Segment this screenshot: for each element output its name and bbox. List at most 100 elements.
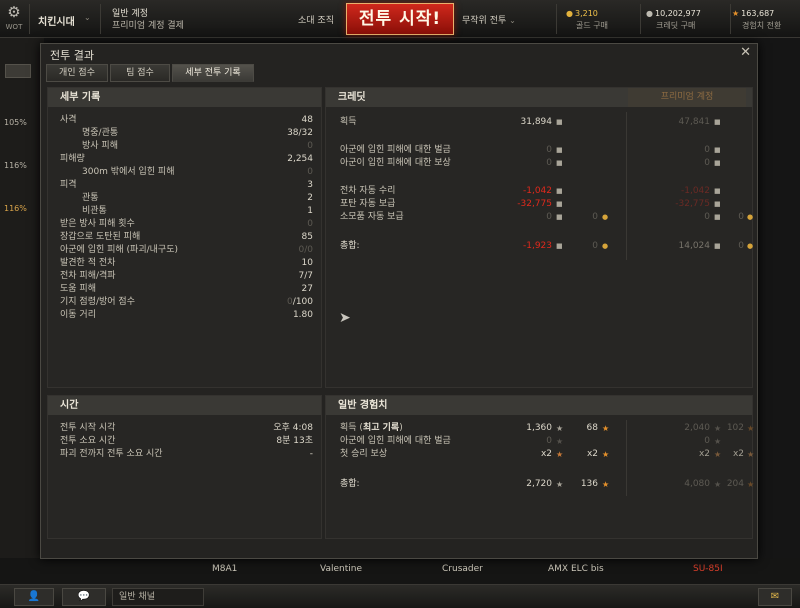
premium-link[interactable]: 프리미엄 계정 결제 (112, 20, 184, 32)
detail-value: 1.80 (292, 310, 313, 320)
detail-label: 아군에 입힌 피해 (파괴/내구도) (60, 245, 178, 255)
time-header: 시간 (48, 396, 321, 415)
detail-value: 2 (307, 193, 313, 203)
xp-header: 일반 경험치 (326, 396, 752, 415)
star-icon: ★ (556, 480, 564, 489)
detail-value-part: /100 (292, 297, 313, 307)
carousel-tank[interactable]: M8A1 (212, 564, 237, 574)
credits-consumables-row: 소모품 자동 보급 0 ■ 0 ● 0 ■ 0 ● (326, 211, 754, 224)
account-status[interactable]: 일반 계정 프리미엄 계정 결제 (112, 8, 184, 32)
star-icon: ★ (714, 437, 722, 446)
xp-earned-premium: 2,040 (684, 423, 710, 433)
detail-value: 27 (301, 284, 313, 294)
credits-icon: ■ (556, 159, 563, 167)
gold-icon: ● (566, 9, 573, 18)
clan-name[interactable]: 치킨시대 (38, 13, 75, 28)
tank-carousel (0, 558, 800, 584)
chevron-down-icon[interactable]: ⌄ (84, 13, 91, 22)
detail-label: 기지 점령/방어 점수 (60, 297, 135, 307)
detail-value: 0 (307, 219, 313, 229)
gold-icon: ● (747, 242, 754, 250)
credits-ammo-row: 포탄 자동 보급 -32,775 ■ -32,775 ■ (326, 198, 754, 211)
detail-label: 피해량 (60, 154, 85, 164)
credits-panel: 크레딧 프리미엄 계정 획득 31,894 ■ 47,841 ■ 아군에 입힌 … (325, 87, 753, 388)
credits-icon: ■ (556, 187, 563, 195)
carousel-tank[interactable]: AMX ELC bis (548, 564, 604, 574)
xp-bonus-tag: 105% (4, 118, 27, 127)
chevron-down-icon: ⌄ (509, 16, 516, 25)
row-label: 총합: (340, 479, 360, 489)
gold-buy-label[interactable]: 골드 구매 (566, 20, 608, 32)
divider (556, 4, 557, 34)
time-row: 전투 소요 시간 8분 13초 (48, 435, 323, 448)
crew-icon[interactable] (5, 64, 31, 78)
xp-earned-value: 1,360 (526, 423, 552, 433)
mouse-cursor-icon: ➤ (339, 310, 351, 326)
credits-buy-label[interactable]: 크레딧 구매 (646, 20, 701, 32)
detail-value: 38/32 (287, 128, 313, 138)
battle-mode-label: 무작위 전투 (462, 16, 507, 26)
premium-account-header: 프리미엄 계정 (628, 88, 746, 107)
tab-detailed-record[interactable]: 세부 전투 기록 (172, 64, 254, 82)
credits-fine-premium: 0 (704, 145, 710, 155)
user-icon[interactable]: 👤 (14, 588, 54, 606)
dialog-title: 전투 결과 (50, 49, 94, 62)
credits-icon: ■ (714, 118, 721, 126)
xp-convert-label[interactable]: 경험치 전환 (732, 20, 781, 32)
bottom-bar: 👤 💬 일반 채널 ✉ (0, 584, 800, 608)
detail-value: 0/0 (298, 245, 313, 255)
notification-icon[interactable]: ✉ (758, 588, 792, 606)
detail-value: 48 (301, 115, 313, 125)
star-icon: ★ (556, 424, 564, 433)
xp-first-win-premium-mult: x2 (698, 449, 710, 459)
logo-label: WOT (5, 23, 23, 31)
xp-total-premium: 4,080 (684, 479, 710, 489)
chat-icon[interactable]: 💬 (62, 588, 106, 606)
squad-button[interactable]: 소대 조직 (298, 13, 334, 26)
carousel-tank[interactable]: SU-85I (693, 564, 723, 574)
xp-widget[interactable]: ★ 163,687 경험치 전환 (732, 8, 781, 32)
credits-ammo-value: -32,775 (517, 199, 552, 209)
close-icon[interactable]: ✕ (740, 45, 751, 60)
free-xp-star-icon: ★ (602, 450, 610, 459)
star-icon: ★ (556, 450, 564, 459)
account-type: 일반 계정 (112, 9, 148, 19)
xp-total-row: 총합: 2,720 ★ 136 ★ 4,080 ★ 204 ★ (326, 478, 754, 491)
free-xp-star-icon: ★ (747, 480, 755, 489)
detail-row: 사격 48 (48, 114, 323, 127)
tab-personal-score[interactable]: 개인 점수 (46, 64, 108, 82)
row-label: 아군에 입힌 피해에 대한 벌금 (340, 145, 451, 155)
row-label: 파괴 전까지 전투 소요 시간 (60, 449, 163, 459)
detail-row: 아군에 입힌 피해 (파괴/내구도) 0/0 (48, 244, 323, 257)
tab-team-score[interactable]: 팀 점수 (110, 64, 170, 82)
detail-value: 0/100 (228, 296, 313, 309)
detail-label: 도움 피해 (60, 284, 96, 294)
credits-compensation-row: 아군이 입힌 피해에 대한 보상 0 ■ 0 ■ (326, 157, 754, 170)
credits-widget[interactable]: ● 10,202,977 크레딧 구매 (646, 8, 701, 32)
battle-start-time: 오후 4:08 (273, 423, 313, 433)
detail-row: 도움 피해 27 (48, 283, 323, 296)
credits-total-row: 총합: -1,923 ■ 0 ● 14,024 ■ 0 ● (326, 240, 754, 253)
row-label: 획득 (340, 117, 357, 127)
credits-value: 10,202,977 (654, 9, 701, 18)
gold-icon: ● (747, 213, 754, 221)
battle-mode-select[interactable]: 무작위 전투 ⌄ (462, 13, 516, 26)
row-label: 포탄 자동 보급 (340, 199, 396, 209)
detail-row: 비관통 1 (48, 205, 323, 218)
credits-cons-premium: 0 (704, 212, 710, 222)
carousel-tank[interactable]: Valentine (320, 564, 362, 574)
detail-row: 관통 2 (48, 192, 323, 205)
carousel-tank[interactable]: Crusader (442, 564, 483, 574)
gold-widget[interactable]: ● 3,210 골드 구매 (566, 8, 608, 32)
detail-label: 명중/관통 (82, 128, 119, 138)
channel-button[interactable]: 일반 채널 (112, 588, 204, 606)
xp-total-premium-free: 204 (726, 479, 744, 489)
battle-start-button[interactable]: 전투 시작! (346, 3, 454, 35)
xp-bonus-tag: 116% (4, 161, 27, 170)
credits-earned-premium: 47,841 (678, 117, 711, 127)
credits-icon: ■ (714, 187, 721, 195)
detail-value: 0 (307, 167, 313, 177)
main-menu-button[interactable]: ⚙ WOT (0, 0, 28, 38)
credits-icon: ■ (556, 242, 563, 250)
xp-earned-label: 획득 (340, 423, 357, 433)
